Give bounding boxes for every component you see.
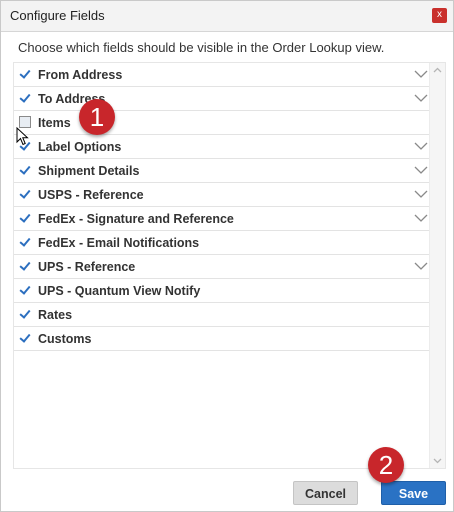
field-row[interactable]: From Address: [14, 63, 430, 87]
fields-list: From Address To Address Items Label Options…: [14, 63, 430, 351]
scrollbar[interactable]: [429, 63, 445, 468]
mouse-cursor-icon: [16, 127, 29, 146]
field-checkbox[interactable]: [19, 164, 31, 176]
field-checkbox[interactable]: [19, 188, 31, 200]
field-checkbox[interactable]: [19, 308, 31, 320]
scroll-up-icon[interactable]: [433, 66, 442, 75]
field-checkbox[interactable]: [19, 260, 31, 272]
field-row[interactable]: UPS - Reference: [14, 255, 430, 279]
field-row[interactable]: Shipment Details: [14, 159, 430, 183]
step-badge-2: 2: [368, 447, 404, 483]
field-label: UPS - Reference: [38, 260, 136, 274]
field-checkbox[interactable]: [19, 68, 31, 80]
field-row[interactable]: FedEx - Email Notifications: [14, 231, 430, 255]
chevron-down-icon[interactable]: [414, 188, 428, 200]
field-row[interactable]: Items: [14, 111, 430, 135]
configure-fields-dialog: Configure Fields x Choose which fields s…: [0, 0, 454, 512]
field-checkbox[interactable]: [19, 236, 31, 248]
chevron-down-icon[interactable]: [414, 140, 428, 152]
field-row[interactable]: Customs: [14, 327, 430, 351]
chevron-down-icon[interactable]: [414, 92, 428, 104]
dialog-titlebar: Configure Fields x: [1, 1, 453, 32]
field-checkbox[interactable]: [19, 284, 31, 296]
field-label: From Address: [38, 68, 123, 82]
chevron-down-icon[interactable]: [414, 260, 428, 272]
dialog-title: Configure Fields: [10, 8, 105, 23]
field-label: Rates: [38, 308, 73, 322]
chevron-down-icon[interactable]: [414, 164, 428, 176]
field-label: USPS - Reference: [38, 188, 144, 202]
instruction-text: Choose which fields should be visible in…: [18, 40, 385, 55]
field-row[interactable]: UPS - Quantum View Notify: [14, 279, 430, 303]
field-checkbox[interactable]: [19, 332, 31, 344]
chevron-down-icon[interactable]: [414, 68, 428, 80]
save-button[interactable]: Save: [381, 481, 446, 505]
field-row[interactable]: To Address: [14, 87, 430, 111]
fields-list-box: From Address To Address Items Label Options…: [13, 62, 446, 469]
field-checkbox[interactable]: [19, 92, 31, 104]
field-label: Customs: [38, 332, 92, 346]
field-row[interactable]: Label Options: [14, 135, 430, 159]
field-label: UPS - Quantum View Notify: [38, 284, 201, 298]
field-label: FedEx - Email Notifications: [38, 236, 200, 250]
field-row[interactable]: Rates: [14, 303, 430, 327]
field-row[interactable]: FedEx - Signature and Reference: [14, 207, 430, 231]
scroll-down-icon[interactable]: [433, 456, 442, 465]
field-label: Label Options: [38, 140, 122, 154]
field-label: Shipment Details: [38, 164, 140, 178]
field-checkbox[interactable]: [19, 212, 31, 224]
field-row[interactable]: USPS - Reference: [14, 183, 430, 207]
close-button[interactable]: x: [432, 8, 447, 23]
field-label: FedEx - Signature and Reference: [38, 212, 234, 226]
field-label: Items: [38, 116, 71, 130]
step-badge-1: 1: [79, 99, 115, 135]
cancel-button[interactable]: Cancel: [293, 481, 358, 505]
chevron-down-icon[interactable]: [414, 212, 428, 224]
